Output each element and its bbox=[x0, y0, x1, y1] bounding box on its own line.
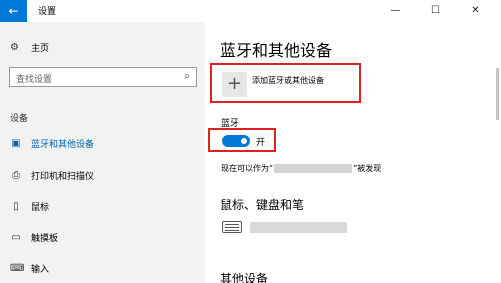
add-device-highlight: + 添加蓝牙或其他设备 bbox=[210, 63, 361, 103]
bluetooth-state: 开 bbox=[256, 138, 266, 148]
redacted-device-entry[interactable] bbox=[250, 222, 347, 233]
search-icon: ⌕ bbox=[184, 71, 190, 82]
keyboard-device-icon bbox=[222, 221, 242, 233]
sidebar: ⚙ 主页 查找设置 ⌕ 设备 ▣ 蓝牙和其他设备 ⎙ 打印机和扫描仪 ▯ 鼠标 … bbox=[0, 22, 205, 283]
back-arrow-icon: ← bbox=[8, 4, 19, 18]
sidebar-item-typing[interactable]: ⌨ 输入 bbox=[10, 260, 200, 276]
discoverable-text: 现在可以作为“ ”被发现 bbox=[221, 163, 381, 174]
search-input[interactable]: 查找设置 ⌕ bbox=[9, 67, 197, 87]
bluetooth-toggle-highlight: 开 bbox=[208, 128, 276, 152]
bluetooth-toggle[interactable] bbox=[222, 135, 250, 147]
scrollbar[interactable] bbox=[496, 68, 499, 120]
maximize-icon: ☐ bbox=[431, 5, 440, 16]
close-button[interactable]: ✕ bbox=[458, 0, 493, 22]
mouse-icon: ▯ bbox=[13, 200, 19, 212]
sidebar-home-label: 主页 bbox=[31, 43, 50, 54]
sidebar-item-bluetooth[interactable]: ▣ 蓝牙和其他设备 bbox=[10, 135, 200, 151]
page-title: 蓝牙和其他设备 bbox=[220, 41, 333, 60]
sidebar-home[interactable]: ⚙ 主页 bbox=[10, 40, 49, 54]
gear-icon: ⚙ bbox=[10, 41, 19, 53]
bluetooth-devices-icon: ▣ bbox=[11, 137, 21, 149]
section-mouse-keyboard-pen: 鼠标、键盘和笔 bbox=[220, 198, 305, 212]
minimize-icon: — bbox=[390, 5, 401, 16]
sidebar-item-printers[interactable]: ⎙ 打印机和扫描仪 bbox=[10, 167, 200, 183]
sidebar-item-label: 触摸板 bbox=[31, 233, 59, 244]
title-bar: ← 设置 — ☐ ✕ bbox=[0, 0, 501, 22]
touchpad-icon: ▭ bbox=[11, 231, 21, 243]
keyboard-icon: ⌨ bbox=[10, 262, 25, 274]
sidebar-item-label: 鼠标 bbox=[31, 202, 50, 213]
back-button[interactable]: ← bbox=[0, 0, 27, 22]
sidebar-item-label: 打印机和扫描仪 bbox=[31, 171, 95, 182]
main-content: 蓝牙和其他设备 + 添加蓝牙或其他设备 蓝牙 开 现在可以作为“ ”被发现 鼠标、… bbox=[205, 22, 501, 283]
toggle-knob bbox=[241, 138, 247, 144]
search-placeholder: 查找设置 bbox=[16, 75, 53, 85]
minimize-button[interactable]: — bbox=[378, 0, 413, 22]
plus-icon: + bbox=[226, 73, 243, 94]
sidebar-section-label: 设备 bbox=[10, 114, 29, 124]
redacted-device-name bbox=[274, 164, 353, 173]
printer-icon: ⎙ bbox=[12, 169, 20, 181]
maximize-button[interactable]: ☐ bbox=[418, 0, 453, 22]
sidebar-item-label: 蓝牙和其他设备 bbox=[31, 139, 95, 150]
discoverable-suffix: ”被发现 bbox=[353, 164, 382, 173]
discoverable-prefix: 现在可以作为“ bbox=[221, 164, 274, 173]
add-device-button[interactable]: + bbox=[222, 72, 247, 97]
window-title: 设置 bbox=[38, 7, 57, 17]
sidebar-item-label: 输入 bbox=[31, 264, 50, 275]
section-other-devices: 其他设备 bbox=[220, 272, 269, 283]
sidebar-item-mouse[interactable]: ▯ 鼠标 bbox=[10, 198, 200, 214]
add-device-label[interactable]: 添加蓝牙或其他设备 bbox=[252, 75, 324, 86]
sidebar-item-touchpad[interactable]: ▭ 触摸板 bbox=[10, 229, 200, 245]
close-icon: ✕ bbox=[471, 5, 480, 16]
